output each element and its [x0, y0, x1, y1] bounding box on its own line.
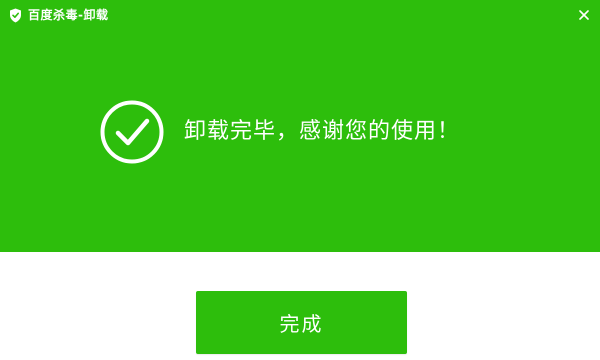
titlebar: 百度杀毒-卸载 [0, 0, 600, 30]
status-area: 卸载完毕，感谢您的使用！ [100, 100, 460, 164]
status-message: 卸载完毕，感谢您的使用！ [184, 119, 461, 144]
finish-button[interactable]: 完成 [196, 291, 407, 354]
close-button[interactable] [574, 5, 594, 25]
shield-icon [10, 8, 21, 23]
close-icon [579, 10, 589, 20]
check-circle-icon [100, 100, 164, 164]
uninstall-window: 百度杀毒-卸载 卸载完毕，感谢您的使用！ 完成 [0, 0, 600, 360]
window-title: 百度杀毒-卸载 [28, 8, 109, 22]
header-panel: 百度杀毒-卸载 卸载完毕，感谢您的使用！ [0, 0, 600, 252]
